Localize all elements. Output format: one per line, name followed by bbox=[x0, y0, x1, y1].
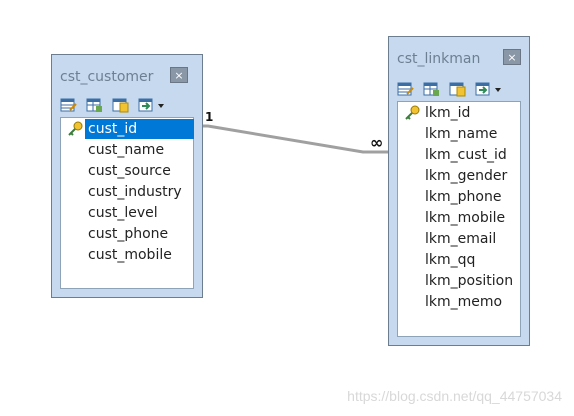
field-item[interactable]: lkm_id bbox=[425, 103, 470, 123]
close-button[interactable]: × bbox=[170, 67, 188, 83]
field-item[interactable]: cust_id bbox=[85, 119, 194, 139]
primary-key-icon bbox=[404, 105, 420, 121]
field-item[interactable]: cust_name bbox=[88, 140, 164, 160]
close-button[interactable]: × bbox=[503, 49, 521, 65]
field-item[interactable]: lkm_email bbox=[425, 229, 496, 249]
field-list: lkm_id lkm_name lkm_cust_id lkm_gender l… bbox=[397, 101, 521, 337]
watermark: https://blog.csdn.net/qq_44757034 bbox=[347, 388, 562, 404]
field-item[interactable]: lkm_qq bbox=[425, 250, 475, 270]
table-cst-customer[interactable]: cst_customer × cust_id cust_name cust_so… bbox=[51, 54, 203, 298]
field-list: cust_id cust_name cust_source cust_indus… bbox=[60, 117, 194, 289]
table-properties-icon[interactable] bbox=[112, 97, 129, 113]
primary-key-icon bbox=[67, 121, 83, 137]
table-toolbar bbox=[397, 79, 503, 99]
table-properties-icon[interactable] bbox=[449, 81, 466, 97]
field-item[interactable]: lkm_position bbox=[425, 271, 513, 291]
design-table-icon[interactable] bbox=[397, 81, 414, 97]
field-item[interactable]: lkm_gender bbox=[425, 166, 507, 186]
table-cst-linkman[interactable]: cst_linkman × lkm_id lkm_name lkm_cust_i… bbox=[388, 36, 530, 346]
field-item[interactable]: cust_phone bbox=[88, 224, 168, 244]
field-item[interactable]: lkm_mobile bbox=[425, 208, 505, 228]
many-cardinality-label: ∞ bbox=[370, 133, 384, 152]
add-field-icon[interactable] bbox=[138, 97, 166, 113]
table-toolbar bbox=[60, 95, 166, 115]
field-item[interactable]: cust_source bbox=[88, 161, 171, 181]
add-field-icon[interactable] bbox=[475, 81, 503, 97]
field-item[interactable]: lkm_cust_id bbox=[425, 145, 507, 165]
table-title: cst_customer bbox=[60, 69, 154, 85]
field-item[interactable]: lkm_name bbox=[425, 124, 497, 144]
one-cardinality-label: 1 bbox=[205, 110, 214, 124]
design-table-icon[interactable] bbox=[60, 97, 77, 113]
open-table-icon[interactable] bbox=[86, 97, 103, 113]
open-table-icon[interactable] bbox=[423, 81, 440, 97]
table-title: cst_linkman bbox=[397, 51, 481, 67]
field-item[interactable]: lkm_memo bbox=[425, 292, 502, 312]
field-item[interactable]: lkm_phone bbox=[425, 187, 501, 207]
field-item[interactable]: cust_level bbox=[88, 203, 158, 223]
field-item[interactable]: cust_mobile bbox=[88, 245, 172, 265]
field-item[interactable]: cust_industry bbox=[88, 182, 182, 202]
